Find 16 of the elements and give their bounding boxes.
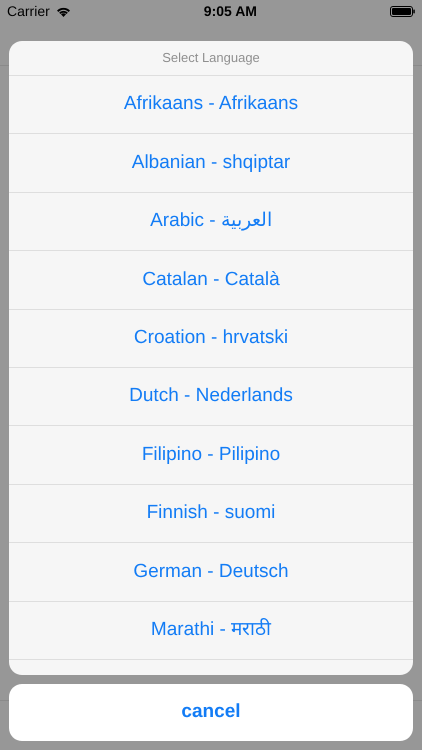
language-option[interactable]: Filipino - Pilipino [9, 426, 413, 485]
status-time: 9:05 AM [204, 2, 257, 20]
sheet-title: Select Language [162, 49, 260, 68]
language-option[interactable]: Albanian - shqiptar [9, 134, 413, 193]
language-option[interactable]: Arabic - العربية [9, 192, 413, 252]
language-option[interactable]: German - Deutsch [9, 543, 413, 602]
language-option[interactable]: Marathi - मराठी [9, 602, 413, 660]
language-option[interactable]: Dutch - Nederlands [9, 368, 413, 426]
wifi-icon [56, 6, 71, 16]
carrier-label: Carrier [7, 2, 50, 20]
cancel-button[interactable]: cancel [9, 684, 413, 741]
language-option[interactable]: Croation - hrvatski [9, 310, 413, 368]
language-option[interactable]: Catalan - Català [9, 251, 413, 310]
language-option[interactable]: Finnish - suomi [9, 484, 413, 544]
language-option[interactable]: Afrikaans - Afrikaans [9, 76, 413, 134]
battery-icon [390, 6, 415, 16]
